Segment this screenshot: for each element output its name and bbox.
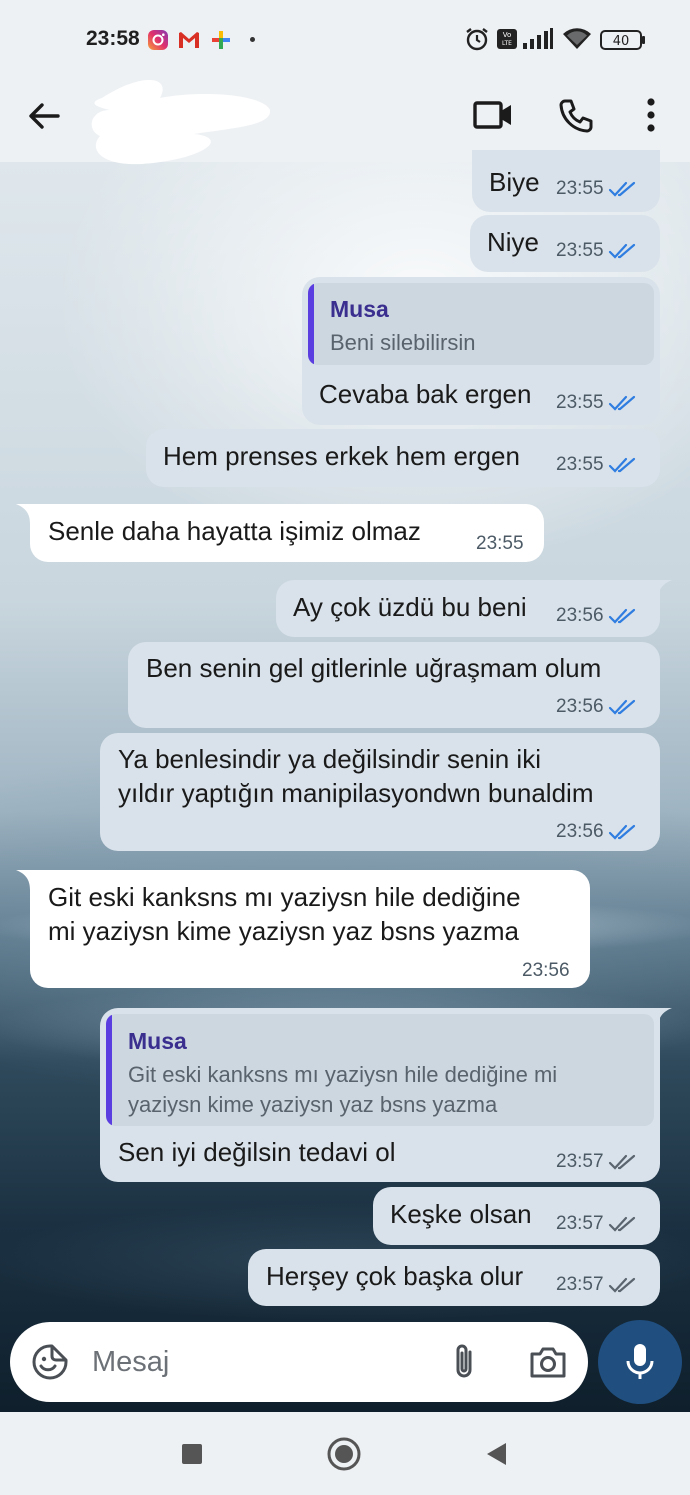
message-time: 23:55 xyxy=(476,533,524,554)
read-ticks-icon xyxy=(608,243,635,259)
quote-bar xyxy=(106,1014,112,1126)
mic-button[interactable] xyxy=(598,1320,682,1404)
message-time: 23:55 xyxy=(556,454,604,475)
message-bubble-outgoing[interactable]: Keşke olsan 23:57 xyxy=(373,1187,660,1245)
quote-bar xyxy=(308,283,314,365)
message-meta: 23:56 xyxy=(522,960,570,982)
quoted-text: yaziysn kime yaziysn yaz bsns yazma xyxy=(128,1092,498,1117)
message-meta: 23:57 xyxy=(556,1213,638,1235)
instagram-icon xyxy=(147,29,169,51)
message-bubble-incoming[interactable]: Senle daha hayatta işimiz olmaz 23:55 xyxy=(30,504,544,562)
message-composer xyxy=(10,1322,588,1402)
message-meta: 23:57 xyxy=(556,1274,638,1296)
message-text: Cevaba bak ergen xyxy=(319,379,532,409)
message-text: Ben senin gel gitlerinle uğraşmam olum xyxy=(146,653,602,683)
delivered-ticks-icon xyxy=(608,1277,635,1293)
message-bubble-outgoing[interactable]: Ya benlesindir ya değilsindir senin iki … xyxy=(100,733,660,851)
message-time: 23:55 xyxy=(556,240,604,261)
read-ticks-icon xyxy=(608,457,635,473)
signal-icon xyxy=(522,28,554,55)
alarm-icon xyxy=(464,26,490,57)
message-time: 23:55 xyxy=(556,392,604,413)
message-input[interactable] xyxy=(92,1342,432,1382)
message-bubble-outgoing[interactable]: Ben senin gel gitlerinle uğraşmam olum 2… xyxy=(128,642,660,728)
quoted-sender: Musa xyxy=(330,296,389,322)
sticker-icon[interactable] xyxy=(30,1342,70,1382)
status-bar: 23:58 Vo LTE 40 xyxy=(0,0,690,80)
message-meta: 23:55 xyxy=(556,178,638,200)
gmail-icon xyxy=(177,29,201,51)
message-bubble-outgoing[interactable]: Hem prenses erkek hem ergen 23:55 xyxy=(146,429,660,487)
volte-icon: Vo LTE xyxy=(496,28,518,55)
message-time: 23:56 xyxy=(522,960,570,981)
message-meta: 23:56 xyxy=(556,821,638,843)
message-time: 23:57 xyxy=(556,1213,604,1234)
message-text: Ya benlesindir ya değilsindir senin iki xyxy=(118,744,541,774)
read-ticks-icon xyxy=(608,824,635,840)
back-arrow-icon[interactable] xyxy=(24,96,64,136)
read-ticks-icon xyxy=(608,395,635,411)
quoted-reply[interactable]: Musa Beni silebilirsin xyxy=(308,283,654,365)
message-time: 23:56 xyxy=(556,821,604,842)
back-icon[interactable] xyxy=(478,1436,514,1472)
recents-icon[interactable] xyxy=(174,1436,210,1472)
battery-icon: 40 xyxy=(600,29,646,56)
message-meta: 23:57 xyxy=(556,1151,638,1173)
mic-icon xyxy=(626,1344,654,1379)
status-time: 23:58 xyxy=(86,27,140,50)
notification-dot xyxy=(250,37,255,42)
message-meta: 23:56 xyxy=(556,605,638,627)
message-text: Keşke olsan xyxy=(390,1199,532,1229)
message-time: 23:57 xyxy=(556,1274,604,1295)
read-ticks-icon xyxy=(608,699,635,715)
message-meta: 23:55 xyxy=(556,240,638,262)
delivered-ticks-icon xyxy=(608,1154,635,1170)
message-bubble-outgoing[interactable]: Musa Beni silebilirsin Cevaba bak ergen … xyxy=(302,277,660,425)
system-navigation-bar xyxy=(0,1412,690,1495)
message-text: yıldır yaptığın manipilasyondwn bunaldim xyxy=(118,778,594,808)
wifi-icon xyxy=(561,27,593,56)
message-meta: 23:55 xyxy=(556,454,638,476)
message-time: 23:56 xyxy=(556,696,604,717)
message-text: mi yaziysn kime yaziysn yaz bsns yazma xyxy=(48,916,520,946)
message-bubble-outgoing[interactable]: Herşey çok başka olur 23:57 xyxy=(248,1249,660,1306)
battery-level: 40 xyxy=(613,34,630,49)
message-meta: 23:55 xyxy=(476,533,524,555)
message-text: Sen iyi değilsin tedavi ol xyxy=(118,1137,396,1167)
message-bubble-outgoing[interactable]: Musa Git eski kanksns mı yaziysn hile de… xyxy=(100,1008,660,1182)
message-meta: 23:55 xyxy=(556,392,638,414)
video-call-icon[interactable] xyxy=(470,92,516,138)
message-meta: 23:56 xyxy=(556,696,638,718)
home-icon[interactable] xyxy=(326,1436,362,1472)
svg-text:LTE: LTE xyxy=(502,40,512,47)
message-bubble-outgoing[interactable]: Biye 23:55 xyxy=(472,150,660,212)
camera-icon[interactable] xyxy=(528,1342,568,1382)
quoted-reply[interactable]: Musa Git eski kanksns mı yaziysn hile de… xyxy=(106,1014,654,1126)
message-time: 23:55 xyxy=(556,178,604,199)
attach-icon[interactable] xyxy=(444,1342,484,1382)
message-text: Biye xyxy=(489,167,540,197)
message-time: 23:56 xyxy=(556,605,604,626)
quoted-text: Git eski kanksns mı yaziysn hile dediğin… xyxy=(128,1062,558,1087)
app-icon xyxy=(210,29,232,51)
message-bubble-incoming[interactable]: Git eski kanksns mı yaziysn hile dediğin… xyxy=(30,870,590,988)
quoted-text: Beni silebilirsin xyxy=(330,330,476,355)
message-bubble-outgoing[interactable]: Ay çok üzdü bu beni 23:56 xyxy=(276,580,660,637)
message-text: Niye xyxy=(487,227,540,257)
quoted-sender: Musa xyxy=(128,1028,187,1054)
message-text: Hem prenses erkek hem ergen xyxy=(163,441,520,471)
delivered-ticks-icon xyxy=(608,1216,635,1232)
read-ticks-icon xyxy=(608,608,635,624)
message-text: Senle daha hayatta işimiz olmaz xyxy=(48,516,421,546)
message-text: Ay çok üzdü bu beni xyxy=(293,592,527,622)
message-time: 23:57 xyxy=(556,1151,604,1172)
read-ticks-icon xyxy=(608,181,635,197)
more-vert-icon[interactable] xyxy=(628,92,674,138)
message-text: Herşey çok başka olur xyxy=(266,1261,524,1291)
phone-icon[interactable] xyxy=(553,92,599,138)
message-text: Git eski kanksns mı yaziysn hile dediğin… xyxy=(48,882,521,912)
message-bubble-outgoing[interactable]: Niye 23:55 xyxy=(470,215,660,272)
redacted-contact-name xyxy=(82,79,277,166)
svg-text:Vo: Vo xyxy=(503,31,512,39)
